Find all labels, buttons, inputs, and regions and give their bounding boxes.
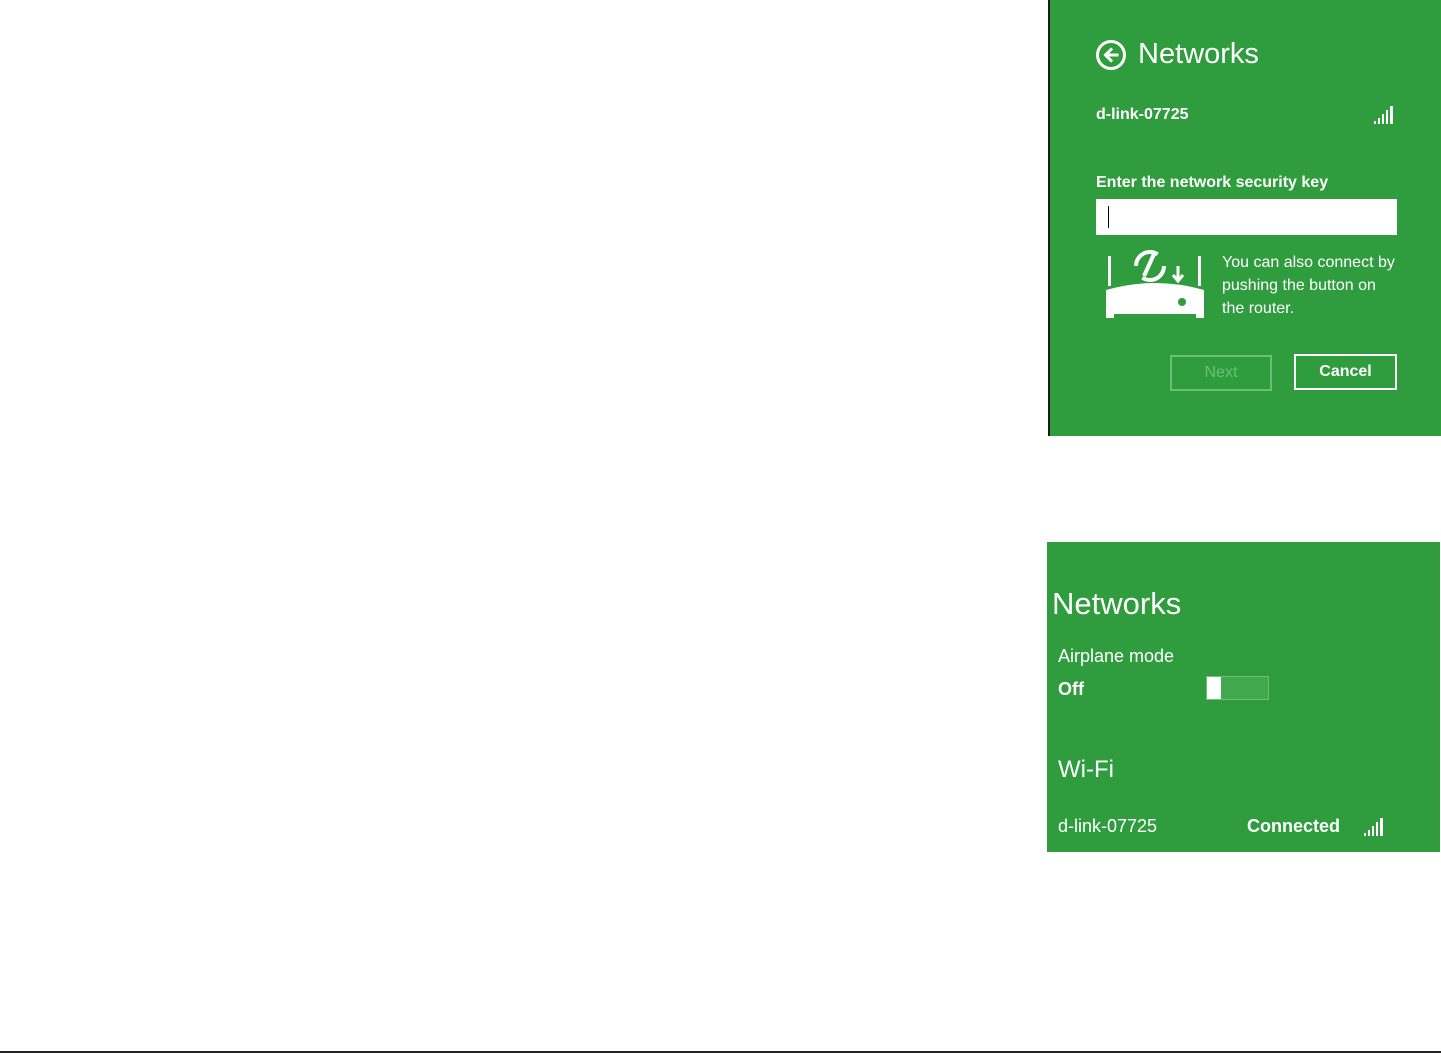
next-button[interactable]: Next (1170, 355, 1272, 391)
networks-panel: Networks Airplane mode Off Wi-Fi d-link-… (1047, 542, 1440, 852)
panel-title: Networks (1052, 586, 1182, 621)
wps-instruction-text: You can also connect by pushing the butt… (1222, 254, 1395, 317)
connect-network-panel: Networks d-link-07725 Enter the network … (1048, 0, 1441, 436)
wifi-heading: Wi-Fi (1058, 756, 1114, 783)
connection-status: Connected (1247, 816, 1341, 836)
airplane-mode-label: Airplane mode (1058, 646, 1175, 666)
airplane-mode-state: Off (1058, 679, 1084, 699)
panel-header: Networks (1096, 38, 1259, 71)
airplane-mode-toggle[interactable] (1206, 676, 1269, 700)
signal-strength-icon (1363, 817, 1389, 842)
page-divider (0, 1051, 1441, 1053)
cancel-button[interactable]: Cancel (1294, 354, 1397, 390)
panel-title: Networks (1138, 38, 1259, 70)
wps-router-icon (1100, 246, 1210, 325)
network-name: d-link-07725 (1058, 816, 1158, 836)
back-arrow-circle-icon[interactable] (1096, 39, 1126, 70)
signal-strength-icon (1373, 105, 1397, 130)
text-cursor (1108, 206, 1109, 228)
security-key-label: Enter the network security key (1096, 174, 1329, 191)
network-name: d-link-07725 (1096, 106, 1189, 123)
toggle-thumb (1207, 677, 1221, 699)
security-key-input[interactable] (1096, 199, 1397, 235)
